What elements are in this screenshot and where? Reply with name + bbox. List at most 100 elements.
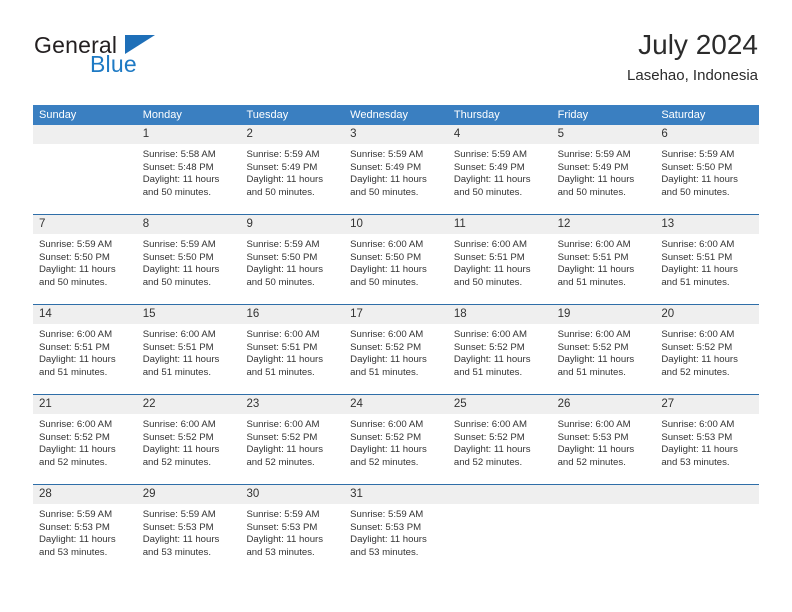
day-cell[interactable]: 23 Sunrise: 6:00 AM Sunset: 5:52 PM Dayligh… — [240, 395, 345, 484]
calendar-page: General Blue July 2024 Lasehao, Indonesi… — [0, 0, 792, 612]
daylight-text-line1: Daylight: 11 hours — [142, 444, 220, 456]
daylight-text-line2: and 52 minutes. — [39, 456, 108, 468]
sunrise-text: Sunrise: 6:00 AM — [557, 329, 631, 340]
calendar-weeks: 1 Sunrise: 5:58 AM Sunset: 5:48 PM Daylight… — [33, 125, 760, 574]
sunrise-text: Sunrise: 6:00 AM — [453, 419, 527, 430]
daylight-text-line2: and 52 minutes. — [350, 456, 419, 468]
day-number: 23 — [240, 395, 345, 414]
day-cell[interactable]: 15 Sunrise: 6:00 AM Sunset: 5:51 PM Dayligh… — [136, 305, 241, 394]
day-cell[interactable]: 26 Sunrise: 6:00 AM Sunset: 5:53 PM Dayligh… — [551, 395, 656, 484]
daylight-text-line1: Daylight: 11 hours — [661, 444, 738, 456]
daylight-text-line1: Daylight: 11 hours — [557, 444, 635, 456]
daylight-text-line1: Daylight: 11 hours — [39, 444, 116, 456]
general-blue-logo[interactable]: General Blue — [34, 32, 234, 90]
day-cell[interactable]: 10 Sunrise: 6:00 AM Sunset: 5:50 PM Dayligh… — [344, 215, 448, 304]
sunset-text: Sunset: 5:53 PM — [39, 521, 110, 533]
day-number: 21 — [33, 395, 137, 414]
sunrise-text: Sunrise: 5:59 AM — [350, 149, 424, 160]
daylight-text-line1: Daylight: 11 hours — [557, 264, 635, 276]
weekday-header-row: Sunday Monday Tuesday Wednesday Thursday Frid… — [33, 105, 759, 125]
daylight-text-line1: Daylight: 11 hours — [246, 174, 324, 186]
day-cell[interactable]: 9 Sunrise: 5:59 AM Sunset: 5:50 PM Daylight… — [240, 215, 345, 304]
day-cell[interactable]: 17 Sunrise: 6:00 AM Sunset: 5:52 PM Dayligh… — [344, 305, 448, 394]
sunrise-text: Sunrise: 6:00 AM — [557, 419, 631, 430]
sunset-text: Sunset: 5:52 PM — [39, 431, 110, 443]
day-number — [655, 485, 760, 504]
day-details: Sunrise: 6:00 AM Sunset: 5:53 PM Daylight:… — [655, 414, 759, 469]
daylight-text-line2: and 50 minutes. — [246, 186, 315, 198]
day-details: Sunrise: 6:00 AM Sunset: 5:52 PM Daylight:… — [448, 414, 552, 469]
sunset-text: Sunset: 5:50 PM — [350, 251, 422, 263]
sunrise-text: Sunrise: 6:00 AM — [453, 239, 527, 250]
daylight-text-line2: and 50 minutes. — [142, 186, 211, 198]
day-details: Sunrise: 6:00 AM Sunset: 5:52 PM Daylight:… — [33, 414, 137, 469]
day-cell[interactable]: 29 Sunrise: 5:59 AM Sunset: 5:53 PM Dayligh… — [136, 485, 241, 574]
day-cell[interactable]: 27 Sunrise: 6:00 AM Sunset: 5:53 PM Dayligh… — [655, 395, 760, 484]
day-cell[interactable]: 2 Sunrise: 5:59 AM Sunset: 5:49 PM Daylight… — [240, 125, 345, 214]
sunrise-text: Sunrise: 5:59 AM — [142, 239, 216, 250]
day-details: Sunrise: 6:00 AM Sunset: 5:51 PM Daylight:… — [655, 234, 759, 289]
day-cell[interactable]: 25 Sunrise: 6:00 AM Sunset: 5:52 PM Dayligh… — [447, 395, 552, 484]
day-number: 31 — [344, 485, 448, 504]
day-cell[interactable]: 8 Sunrise: 5:59 AM Sunset: 5:50 PM Daylight… — [136, 215, 241, 304]
sunrise-text: Sunrise: 6:00 AM — [142, 419, 216, 430]
daylight-text-line1: Daylight: 11 hours — [453, 444, 531, 456]
daylight-text-line1: Daylight: 11 hours — [661, 264, 738, 276]
daylight-text-line2: and 51 minutes. — [557, 276, 626, 288]
weekday-header-saturday: Saturday — [661, 109, 706, 121]
weekday-header-wednesday: Wednesday — [350, 109, 409, 121]
day-cell[interactable]: 18 Sunrise: 6:00 AM Sunset: 5:52 PM Dayligh… — [447, 305, 552, 394]
daylight-text-line1: Daylight: 11 hours — [453, 174, 531, 186]
daylight-text-line2: and 53 minutes. — [661, 456, 730, 468]
sunrise-text: Sunrise: 6:00 AM — [350, 239, 424, 250]
sunrise-text: Sunrise: 6:00 AM — [661, 329, 735, 340]
daylight-text-line1: Daylight: 11 hours — [39, 264, 116, 276]
day-cell[interactable]: 6 Sunrise: 5:59 AM Sunset: 5:50 PM Daylight… — [655, 125, 760, 214]
day-number: 6 — [655, 125, 760, 144]
sunset-text: Sunset: 5:51 PM — [142, 341, 214, 353]
day-cell[interactable]: 14 Sunrise: 6:00 AM Sunset: 5:51 PM Dayligh… — [33, 305, 137, 394]
daylight-text-line2: and 52 minutes. — [142, 456, 211, 468]
day-cell[interactable]: 13 Sunrise: 6:00 AM Sunset: 5:51 PM Dayligh… — [655, 215, 760, 304]
day-cell-empty — [551, 485, 656, 574]
sunrise-text: Sunrise: 5:59 AM — [39, 509, 113, 520]
sunrise-text: Sunrise: 5:59 AM — [557, 149, 631, 160]
day-cell[interactable]: 4 Sunrise: 5:59 AM Sunset: 5:49 PM Daylight… — [447, 125, 552, 214]
day-cell[interactable]: 21 Sunrise: 6:00 AM Sunset: 5:52 PM Dayligh… — [33, 395, 137, 484]
day-cell[interactable]: 16 Sunrise: 6:00 AM Sunset: 5:51 PM Dayligh… — [240, 305, 345, 394]
day-cell[interactable]: 20 Sunrise: 6:00 AM Sunset: 5:52 PM Dayligh… — [655, 305, 760, 394]
sunset-text: Sunset: 5:52 PM — [453, 431, 525, 443]
day-number: 10 — [344, 215, 448, 234]
day-cell[interactable]: 19 Sunrise: 6:00 AM Sunset: 5:52 PM Dayligh… — [551, 305, 656, 394]
sunrise-text: Sunrise: 5:59 AM — [142, 509, 216, 520]
sunrise-text: Sunrise: 6:00 AM — [350, 329, 424, 340]
day-cell[interactable]: 11 Sunrise: 6:00 AM Sunset: 5:51 PM Dayligh… — [447, 215, 552, 304]
day-details: Sunrise: 5:59 AM Sunset: 5:53 PM Daylight:… — [33, 504, 137, 559]
day-cell[interactable]: 7 Sunrise: 5:59 AM Sunset: 5:50 PM Daylight… — [33, 215, 137, 304]
weekday-header-tuesday: Tuesday — [246, 109, 289, 121]
day-cell[interactable]: 28 Sunrise: 5:59 AM Sunset: 5:53 PM Dayligh… — [33, 485, 137, 574]
sunset-text: Sunset: 5:49 PM — [350, 161, 422, 173]
daylight-text-line1: Daylight: 11 hours — [453, 354, 531, 366]
day-cell[interactable]: 3 Sunrise: 5:59 AM Sunset: 5:49 PM Daylight… — [344, 125, 448, 214]
sunrise-text: Sunrise: 5:59 AM — [453, 149, 527, 160]
day-details: Sunrise: 5:58 AM Sunset: 5:48 PM Daylight:… — [137, 144, 241, 199]
title-block: July 2024 Lasehao, Indonesia — [627, 28, 758, 87]
daylight-text-line1: Daylight: 11 hours — [246, 534, 324, 546]
weekday-header-friday: Friday — [557, 109, 589, 121]
daylight-text-line1: Daylight: 11 hours — [39, 354, 116, 366]
daylight-text-line1: Daylight: 11 hours — [246, 264, 324, 276]
day-cell[interactable]: 24 Sunrise: 6:00 AM Sunset: 5:52 PM Dayligh… — [344, 395, 448, 484]
day-cell[interactable]: 31 Sunrise: 5:59 AM Sunset: 5:53 PM Dayligh… — [344, 485, 448, 574]
day-details: Sunrise: 6:00 AM Sunset: 5:51 PM Daylight:… — [33, 324, 137, 379]
daylight-text-line2: and 50 minutes. — [350, 186, 419, 198]
day-cell[interactable]: 12 Sunrise: 6:00 AM Sunset: 5:51 PM Dayligh… — [551, 215, 656, 304]
weekday-header-sunday: Sunday — [39, 109, 77, 121]
day-cell[interactable]: 1 Sunrise: 5:58 AM Sunset: 5:48 PM Daylight… — [136, 125, 241, 214]
day-cell[interactable]: 22 Sunrise: 6:00 AM Sunset: 5:52 PM Dayligh… — [136, 395, 241, 484]
day-cell[interactable]: 30 Sunrise: 5:59 AM Sunset: 5:53 PM Dayligh… — [240, 485, 345, 574]
day-cell[interactable]: 5 Sunrise: 5:59 AM Sunset: 5:49 PM Daylight… — [551, 125, 656, 214]
day-cell-empty — [33, 125, 137, 214]
daylight-text-line1: Daylight: 11 hours — [39, 534, 116, 546]
sunset-text: Sunset: 5:49 PM — [557, 161, 629, 173]
